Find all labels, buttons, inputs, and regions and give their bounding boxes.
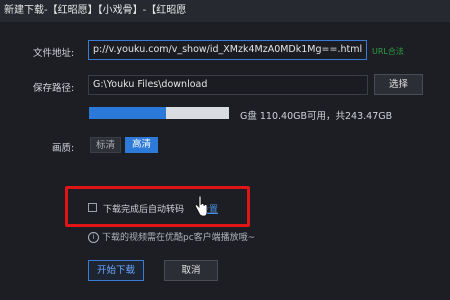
save-path-input[interactable]: G:\Youku Files\download — [88, 75, 368, 95]
info-notice: i 下载的视频需在优酷pc客户端播放哦~ — [88, 230, 255, 243]
info-text: 下载的视频需在优酷pc客户端播放哦~ — [102, 233, 256, 243]
disk-space-text: G盘 110.40GB可用，共243.47GB — [240, 111, 393, 122]
auto-transcode-checkbox[interactable] — [88, 203, 97, 212]
start-download-button[interactable]: 开始下载 — [88, 260, 144, 281]
hand-cursor-icon — [195, 196, 208, 217]
cancel-button[interactable]: 取消 — [164, 260, 218, 281]
window-title: 新建下载-【红昭愿】【小戏骨】-【红昭愿 — [0, 0, 450, 22]
disk-usage-bar — [89, 107, 229, 119]
url-input[interactable]: p://v.youku.com/v_show/id_XMzk4MzA0MDk1M… — [88, 40, 367, 60]
browse-button[interactable]: 选择 — [374, 74, 423, 95]
quality-option-sd[interactable]: 标清 — [90, 137, 121, 153]
quality-label: 画质: — [52, 143, 75, 154]
url-status: URL合法 — [372, 47, 404, 56]
path-label: 保存路径: — [33, 83, 75, 94]
quality-option-hd[interactable]: 高清 — [125, 137, 158, 153]
info-icon: i — [88, 232, 99, 243]
url-label: 文件地址: — [33, 48, 75, 59]
auto-transcode-label[interactable]: 下载完成后自动转码 — [103, 202, 184, 215]
disk-usage-fill — [89, 107, 166, 119]
